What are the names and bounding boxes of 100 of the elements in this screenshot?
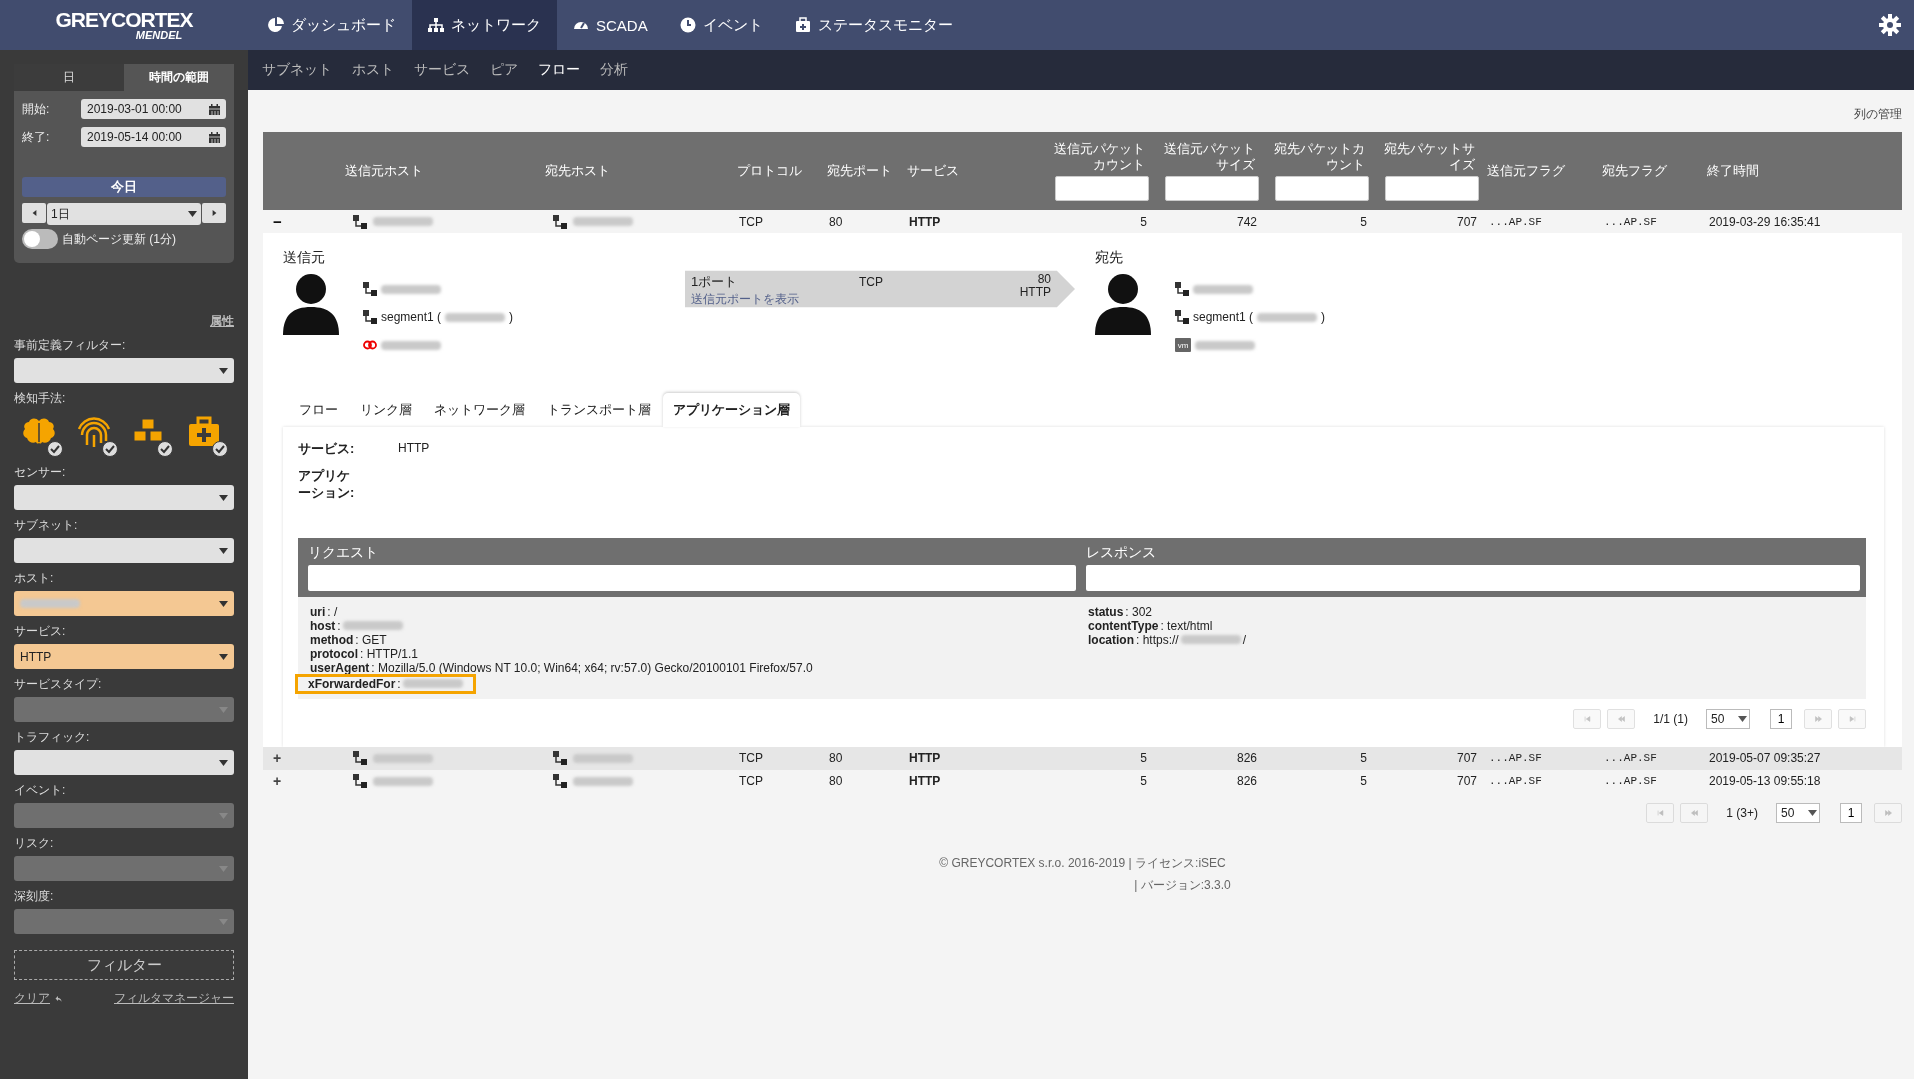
toggle-switch[interactable] <box>22 229 58 249</box>
previous-page-icon <box>1616 715 1626 722</box>
expand-button[interactable]: + <box>263 772 333 791</box>
collapse-button[interactable]: − <box>263 212 333 231</box>
today-button[interactable]: 今日 <box>22 177 226 197</box>
filter-field[interactable] <box>1165 176 1259 202</box>
redacted-mark <box>445 312 506 322</box>
nav-tab[interactable]: ダッシュボード <box>252 0 412 50</box>
table-cell-text: 742 <box>1235 214 1258 229</box>
undo-icon[interactable] <box>54 995 63 1002</box>
segment-label: segment1 ( <box>381 310 442 324</box>
person-icon <box>283 273 339 335</box>
person-icon <box>1095 273 1151 335</box>
page-size-select[interactable]: 50 <box>1776 802 1820 823</box>
table-cell-text: TCP <box>738 774 764 789</box>
clear-link[interactable]: クリア <box>14 990 50 1007</box>
filter-manager-link[interactable]: フィルタマネージャー <box>114 990 234 1007</box>
filter-field[interactable] <box>1275 176 1369 202</box>
table-cell-text: 5 <box>1359 774 1368 789</box>
subnav-tab[interactable]: サブネット <box>262 61 332 79</box>
time-tab[interactable]: 日 <box>14 64 124 91</box>
vm-badge: vm <box>1175 338 1191 352</box>
table-cell-text: 826 <box>1235 774 1258 789</box>
filter-field[interactable] <box>1055 176 1149 202</box>
field-row-text: userAgent : Mozilla/5.0 (Windows NT 10.0; Win64; x64; rv:57.0) Gecko/20100101 Firefox/57.0 <box>309 660 814 675</box>
table-cell-text: ...AP.SF <box>1603 752 1658 765</box>
page-button[interactable]: 1 <box>1770 708 1792 729</box>
first-page-icon <box>1582 715 1592 722</box>
logo[interactable]: GREYCORTEX MENDEL <box>0 0 248 50</box>
column-header[interactable]: 宛先パケットカウント <box>1267 140 1369 173</box>
medkit-icon <box>794 17 811 33</box>
column-header[interactable]: プロトコル <box>733 163 823 179</box>
tab[interactable]: リンク層 <box>350 393 422 427</box>
caret-icon <box>219 706 228 713</box>
show-ports-link[interactable]: 送信元ポートを表示 <box>691 291 859 308</box>
previous-button[interactable] <box>22 203 46 223</box>
caret-icon <box>219 759 228 766</box>
table-cell-text: 2019-05-07 09:35:27 <box>1708 751 1822 766</box>
caret-icon <box>219 367 228 374</box>
field-label: サービス: <box>298 441 356 458</box>
period-select[interactable]: 1日 <box>47 203 201 225</box>
tab[interactable]: トランスポート層 <box>537 393 661 427</box>
calendar-icon[interactable] <box>209 103 220 115</box>
column-header[interactable]: 宛先パケットサイズ <box>1377 140 1479 173</box>
column-header[interactable]: 送信元ホスト <box>333 163 533 179</box>
redacted-mark <box>573 776 633 786</box>
column-header[interactable]: サービス <box>903 163 1043 179</box>
service-label: HTTP <box>1018 286 1051 300</box>
network-icon <box>353 214 367 229</box>
column-header[interactable]: 終了時間 <box>1703 163 1902 179</box>
filter-button[interactable]: フィルター <box>14 950 234 980</box>
link-icon <box>363 338 377 352</box>
column-header[interactable]: 宛先ホスト <box>533 163 733 179</box>
port-count: 1ポート <box>691 273 739 291</box>
column-header[interactable]: 宛先フラグ <box>1598 163 1703 179</box>
caret-icon <box>219 865 228 872</box>
table-cell-text: 5 <box>1139 751 1148 766</box>
nav-tab[interactable]: SCADA <box>557 0 664 50</box>
expand-button[interactable]: + <box>263 749 333 768</box>
column-header: リクエスト <box>308 543 379 562</box>
subnav-tab[interactable]: サービス <box>414 61 470 79</box>
subnav-tab[interactable]: ピア <box>490 61 518 79</box>
tab[interactable]: ネットワーク層 <box>424 393 535 427</box>
next-button[interactable] <box>202 203 226 223</box>
nav-tab[interactable]: ネットワーク <box>412 0 557 50</box>
section-title: 宛先 <box>1095 249 1123 265</box>
protocol-label: TCP <box>859 274 883 291</box>
settings-icon[interactable] <box>1878 13 1902 37</box>
network-icon <box>363 310 377 324</box>
subnav-tab[interactable]: 分析 <box>600 61 628 79</box>
network-icon <box>353 751 367 766</box>
column-header: レスポンス <box>1086 543 1157 562</box>
tab[interactable]: アプリケーション層 <box>663 393 800 427</box>
subnav-tab[interactable]: フロー <box>538 61 580 79</box>
field-row-text: uri : / <box>309 604 339 619</box>
dropdown[interactable]: HTTP <box>14 644 234 669</box>
nav-tab[interactable]: イベント <box>663 0 779 50</box>
column-header[interactable]: 送信元パケットサイズ <box>1157 140 1259 173</box>
manage-columns-link[interactable]: 列の管理 <box>1854 106 1902 123</box>
clock-icon <box>679 17 696 33</box>
nav-tab[interactable]: ステータスモニター <box>778 0 969 50</box>
table-cell-text: 5 <box>1359 751 1368 766</box>
attributes-link[interactable]: 属性 <box>210 313 234 330</box>
subnav-tab[interactable]: ホスト <box>352 61 394 79</box>
field-row-text: protocol : HTTP/1.1 <box>309 646 419 661</box>
page-size-select[interactable]: 50 <box>1706 708 1750 729</box>
field-value: HTTP <box>398 441 431 457</box>
filter-field[interactable] <box>308 564 1076 591</box>
column-header[interactable]: 宛先ポート <box>823 163 903 179</box>
column-header[interactable]: 送信元フラグ <box>1483 163 1598 179</box>
filter-field[interactable] <box>1086 564 1860 591</box>
redacted-mark <box>381 340 441 350</box>
column-header[interactable]: 送信元パケットカウント <box>1047 140 1149 173</box>
page-button[interactable]: 1 <box>1840 802 1862 823</box>
date-field[interactable]: 2019-03-01 00:00 <box>81 99 226 119</box>
calendar-icon[interactable] <box>209 131 220 143</box>
filter-field[interactable] <box>1385 176 1479 202</box>
tab[interactable]: フロー <box>289 393 348 427</box>
table-cell-text: 80 <box>828 214 844 229</box>
date-field[interactable]: 2019-05-14 00:00 <box>81 127 226 147</box>
